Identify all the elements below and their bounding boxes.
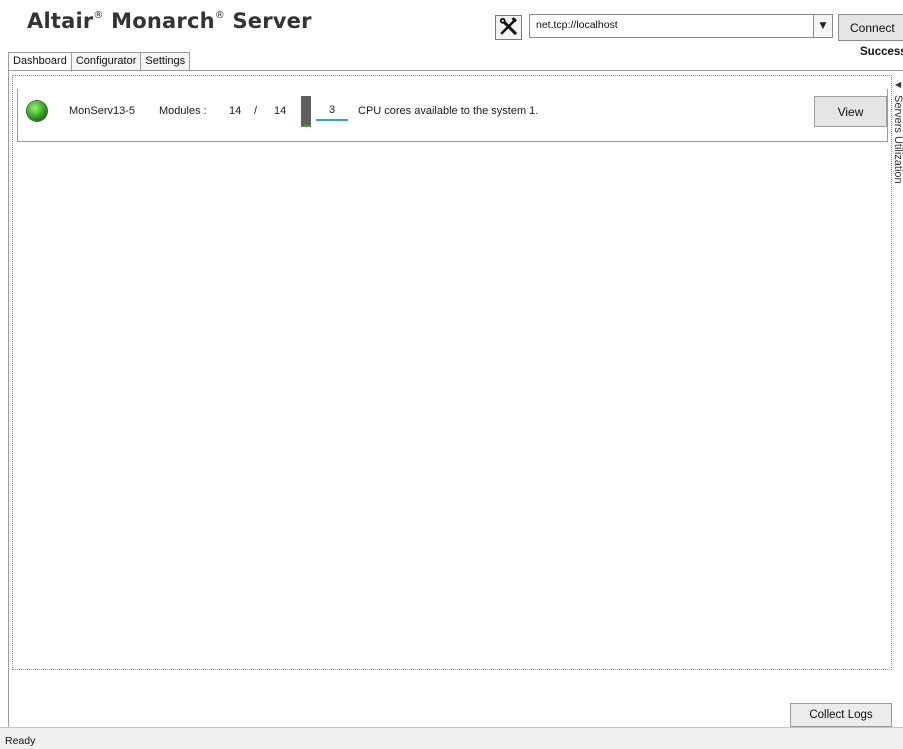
utilization-bar <box>301 96 311 127</box>
tab-settings[interactable]: Settings <box>140 52 191 71</box>
wrench-screwdriver-icon <box>499 16 518 39</box>
server-address-combobox[interactable]: net.tcp://localhost ▼ <box>529 14 833 38</box>
dashboard-area <box>12 75 892 670</box>
window-top <box>0 0 903 8</box>
cpu-cores-input[interactable]: 3 <box>316 101 348 121</box>
tab-dashboard[interactable]: Dashboard <box>8 52 72 72</box>
app-title-part1: Altair <box>27 9 94 33</box>
server-address-text[interactable]: net.tcp://localhost <box>536 19 618 31</box>
main-tabs: Dashboard Configurator Settings <box>8 52 191 72</box>
view-button[interactable]: View <box>814 96 887 127</box>
app-title-part2: Monarch <box>111 9 215 33</box>
tab-configurator[interactable]: Configurator <box>70 52 142 71</box>
collapse-arrow-icon[interactable]: ◀ <box>895 80 901 89</box>
collect-logs-button[interactable]: Collect Logs <box>790 703 892 727</box>
modules-separator: / <box>254 105 258 117</box>
connect-button[interactable]: Connect <box>838 14 903 41</box>
servers-utilization-label[interactable]: Servers Utilization <box>892 95 903 184</box>
connection-status: Success <box>860 46 903 58</box>
status-bar-text: Ready <box>5 735 36 747</box>
tools-button[interactable] <box>495 15 522 40</box>
registered-mark: ® <box>93 10 104 21</box>
app-title-part3: Server <box>232 9 312 33</box>
status-bar: Ready <box>0 727 903 749</box>
app-title: Altair® Monarch® Server <box>27 9 312 39</box>
registered-mark: ® <box>214 10 225 21</box>
modules-running: 14 <box>229 105 242 117</box>
cpu-cores-text: CPU cores available to the system 1. <box>358 105 539 117</box>
status-led-icon <box>27 101 47 121</box>
server-name: MonServ13-5 <box>69 105 136 117</box>
modules-label: Modules : <box>159 105 207 117</box>
modules-total: 14 <box>274 105 287 117</box>
servers-utilization-panel[interactable]: ◀ Servers Utilization <box>892 75 903 205</box>
chevron-down-icon[interactable]: ▼ <box>813 15 832 37</box>
server-row: MonServ13-5 Modules : 14 / 14 3 CPU core… <box>17 89 888 142</box>
